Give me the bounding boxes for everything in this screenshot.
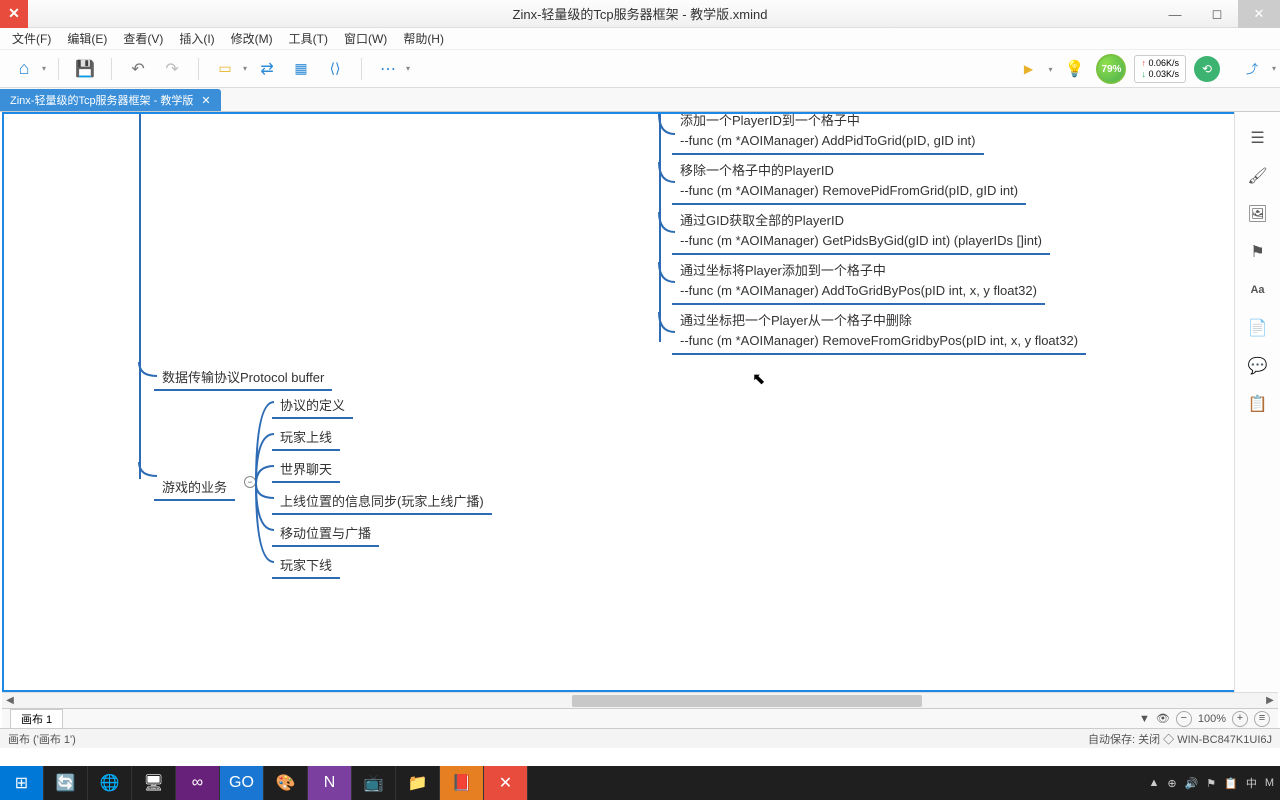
maximize-button[interactable]: ◻ bbox=[1196, 0, 1238, 28]
node-sub-3[interactable]: 上线位置的信息同步(玩家上线广播) bbox=[272, 488, 492, 515]
presentation-icon[interactable]: ▶ bbox=[1014, 55, 1042, 83]
taskbar-app-8[interactable]: 📺 bbox=[352, 766, 396, 800]
toolbar: ⌂▾ 💾 ↶ ↷ ▭▾ ⇄ ▦ ⟨⟩ ⋯▾ ▶▾ 💡 79% 0.06K/s 0… bbox=[0, 50, 1280, 88]
mouse-cursor-icon: ⬉ bbox=[752, 369, 765, 389]
zoom-in-button[interactable]: + bbox=[1232, 711, 1248, 727]
node-func-3[interactable]: 通过坐标将Player添加到一个格子中 --func (m *AOIManage… bbox=[672, 258, 1045, 305]
undo-icon[interactable]: ↶ bbox=[124, 55, 152, 83]
menu-file[interactable]: 文件(F) bbox=[6, 28, 57, 49]
status-bar: 画布 ('画布 1') 自动保存: 关闭 ◇ WIN-BC847K1UI6J bbox=[0, 728, 1280, 748]
text-icon[interactable]: Aa bbox=[1248, 280, 1268, 300]
idea-icon[interactable]: 💡 bbox=[1060, 55, 1088, 83]
title-bar: ✕ Zinx-轻量级的Tcp服务器框架 - 教学版.xmind — ◻ ✕ bbox=[0, 0, 1280, 28]
home-icon[interactable]: ⌂ bbox=[10, 55, 38, 83]
mindmap-canvas[interactable]: 数据传输协议Protocol buffer 游戏的业务 − 协议的定义 玩家上线… bbox=[2, 112, 1278, 692]
close-button[interactable]: ✕ bbox=[1238, 0, 1280, 28]
sheet-tab[interactable]: 画布 1 bbox=[10, 709, 63, 729]
node-sub-2[interactable]: 世界聊天 bbox=[272, 456, 340, 483]
status-right: 自动保存: 关闭 ◇ WIN-BC847K1UI6J bbox=[1088, 731, 1272, 747]
percent-badge: 79% bbox=[1096, 54, 1126, 84]
menu-window[interactable]: 窗口(W) bbox=[338, 28, 393, 49]
taskbar-xmind[interactable]: ✕ bbox=[484, 766, 528, 800]
menu-edit[interactable]: 编辑(E) bbox=[61, 28, 113, 49]
taskbar-app-1[interactable]: 🔄 bbox=[44, 766, 88, 800]
relationship-icon[interactable]: ⇄ bbox=[253, 55, 281, 83]
share-icon[interactable]: ⟲ bbox=[1194, 56, 1220, 82]
tab-close-icon[interactable]: ✕ bbox=[201, 94, 210, 107]
task-icon[interactable]: 📋 bbox=[1248, 394, 1268, 414]
menu-help[interactable]: 帮助(H) bbox=[397, 28, 450, 49]
network-monitor: 0.06K/s 0.03K/s bbox=[1134, 55, 1186, 83]
node-func-2[interactable]: 通过GID获取全部的PlayerID --func (m *AOIManager… bbox=[672, 208, 1050, 255]
topic-icon[interactable]: ▭ bbox=[211, 55, 239, 83]
taskbar-pdf[interactable]: 📕 bbox=[440, 766, 484, 800]
image-icon[interactable]: 🖼 bbox=[1248, 204, 1268, 224]
node-func-0[interactable]: 添加一个PlayerID到一个格子中 --func (m *AOIManager… bbox=[672, 112, 984, 155]
taskbar-onenote[interactable]: N bbox=[308, 766, 352, 800]
tab-label: Zinx-轻量级的Tcp服务器框架 - 教学版 bbox=[10, 92, 193, 108]
node-func-1[interactable]: 移除一个格子中的PlayerID --func (m *AOIManager) … bbox=[672, 158, 1026, 205]
zoom-out-button[interactable]: − bbox=[1176, 711, 1192, 727]
redo-icon[interactable]: ↷ bbox=[158, 55, 186, 83]
node-func-4[interactable]: 通过坐标把一个Player从一个格子中删除 --func (m *AOIMana… bbox=[672, 308, 1086, 355]
tab-bar: Zinx-轻量级的Tcp服务器框架 - 教学版 ✕ bbox=[0, 88, 1280, 112]
export-icon[interactable]: ⤴ bbox=[1238, 55, 1266, 83]
comments-icon[interactable]: 💬 bbox=[1248, 356, 1268, 376]
menu-modify[interactable]: 修改(M) bbox=[225, 28, 279, 49]
menu-insert[interactable]: 插入(I) bbox=[173, 28, 220, 49]
taskbar-goland[interactable]: GO bbox=[220, 766, 264, 800]
taskbar-explorer[interactable]: 📁 bbox=[396, 766, 440, 800]
node-sub-5[interactable]: 玩家下线 bbox=[272, 552, 340, 579]
window-title: Zinx-轻量级的Tcp服务器框架 - 教学版.xmind bbox=[513, 4, 768, 23]
node-game-business[interactable]: 游戏的业务 bbox=[154, 474, 235, 501]
taskbar-paint[interactable]: 🎨 bbox=[264, 766, 308, 800]
boundary-icon[interactable]: ▦ bbox=[287, 55, 315, 83]
right-sidebar: ☰ 🖌 🖼 ⚑ Aa 📄 💬 📋 bbox=[1234, 112, 1280, 692]
filter-icon[interactable]: ▼ bbox=[1139, 713, 1150, 725]
marker-icon[interactable]: ⚑ bbox=[1248, 242, 1268, 262]
windows-taskbar: ⊞ 🔄 🌐 🖥 ∞ GO 🎨 N 📺 📁 📕 ✕ ▲ ⊕ 🔊 ⚑ 📋 中 M bbox=[0, 766, 1280, 800]
sheet-bar: 画布 1 ▼ 👁 − 100% + ≡ bbox=[2, 708, 1278, 728]
save-icon[interactable]: 💾 bbox=[71, 55, 99, 83]
minimize-button[interactable]: — bbox=[1154, 0, 1196, 28]
app-logo-icon: ✕ bbox=[0, 0, 28, 28]
more-icon[interactable]: ⋯ bbox=[374, 55, 402, 83]
notes-icon[interactable]: 📄 bbox=[1248, 318, 1268, 338]
start-button[interactable]: ⊞ bbox=[0, 766, 44, 800]
taskbar-chrome[interactable]: 🌐 bbox=[88, 766, 132, 800]
summary-icon[interactable]: ⟨⟩ bbox=[321, 55, 349, 83]
zoom-value: 100% bbox=[1198, 713, 1226, 725]
menu-bar: 文件(F) 编辑(E) 查看(V) 插入(I) 修改(M) 工具(T) 窗口(W… bbox=[0, 28, 1280, 50]
node-sub-1[interactable]: 玩家上线 bbox=[272, 424, 340, 451]
collapse-toggle[interactable]: − bbox=[244, 476, 256, 488]
horizontal-scrollbar[interactable]: ◀ ▶ bbox=[2, 692, 1278, 708]
node-sub-4[interactable]: 移动位置与广播 bbox=[272, 520, 379, 547]
node-protocol-buffer[interactable]: 数据传输协议Protocol buffer bbox=[154, 364, 332, 391]
eye-icon[interactable]: 👁 bbox=[1156, 712, 1170, 725]
document-tab[interactable]: Zinx-轻量级的Tcp服务器框架 - 教学版 ✕ bbox=[0, 89, 221, 111]
system-tray[interactable]: ▲ ⊕ 🔊 ⚑ 📋 中 M bbox=[1148, 775, 1274, 791]
menu-view[interactable]: 查看(V) bbox=[117, 28, 169, 49]
fit-button[interactable]: ≡ bbox=[1254, 711, 1270, 727]
menu-tools[interactable]: 工具(T) bbox=[283, 28, 334, 49]
format-icon[interactable]: 🖌 bbox=[1248, 166, 1268, 186]
outline-icon[interactable]: ☰ bbox=[1248, 128, 1268, 148]
taskbar-vs[interactable]: ∞ bbox=[176, 766, 220, 800]
node-sub-0[interactable]: 协议的定义 bbox=[272, 392, 353, 419]
taskbar-app-3[interactable]: 🖥 bbox=[132, 766, 176, 800]
status-left: 画布 ('画布 1') bbox=[8, 731, 76, 747]
